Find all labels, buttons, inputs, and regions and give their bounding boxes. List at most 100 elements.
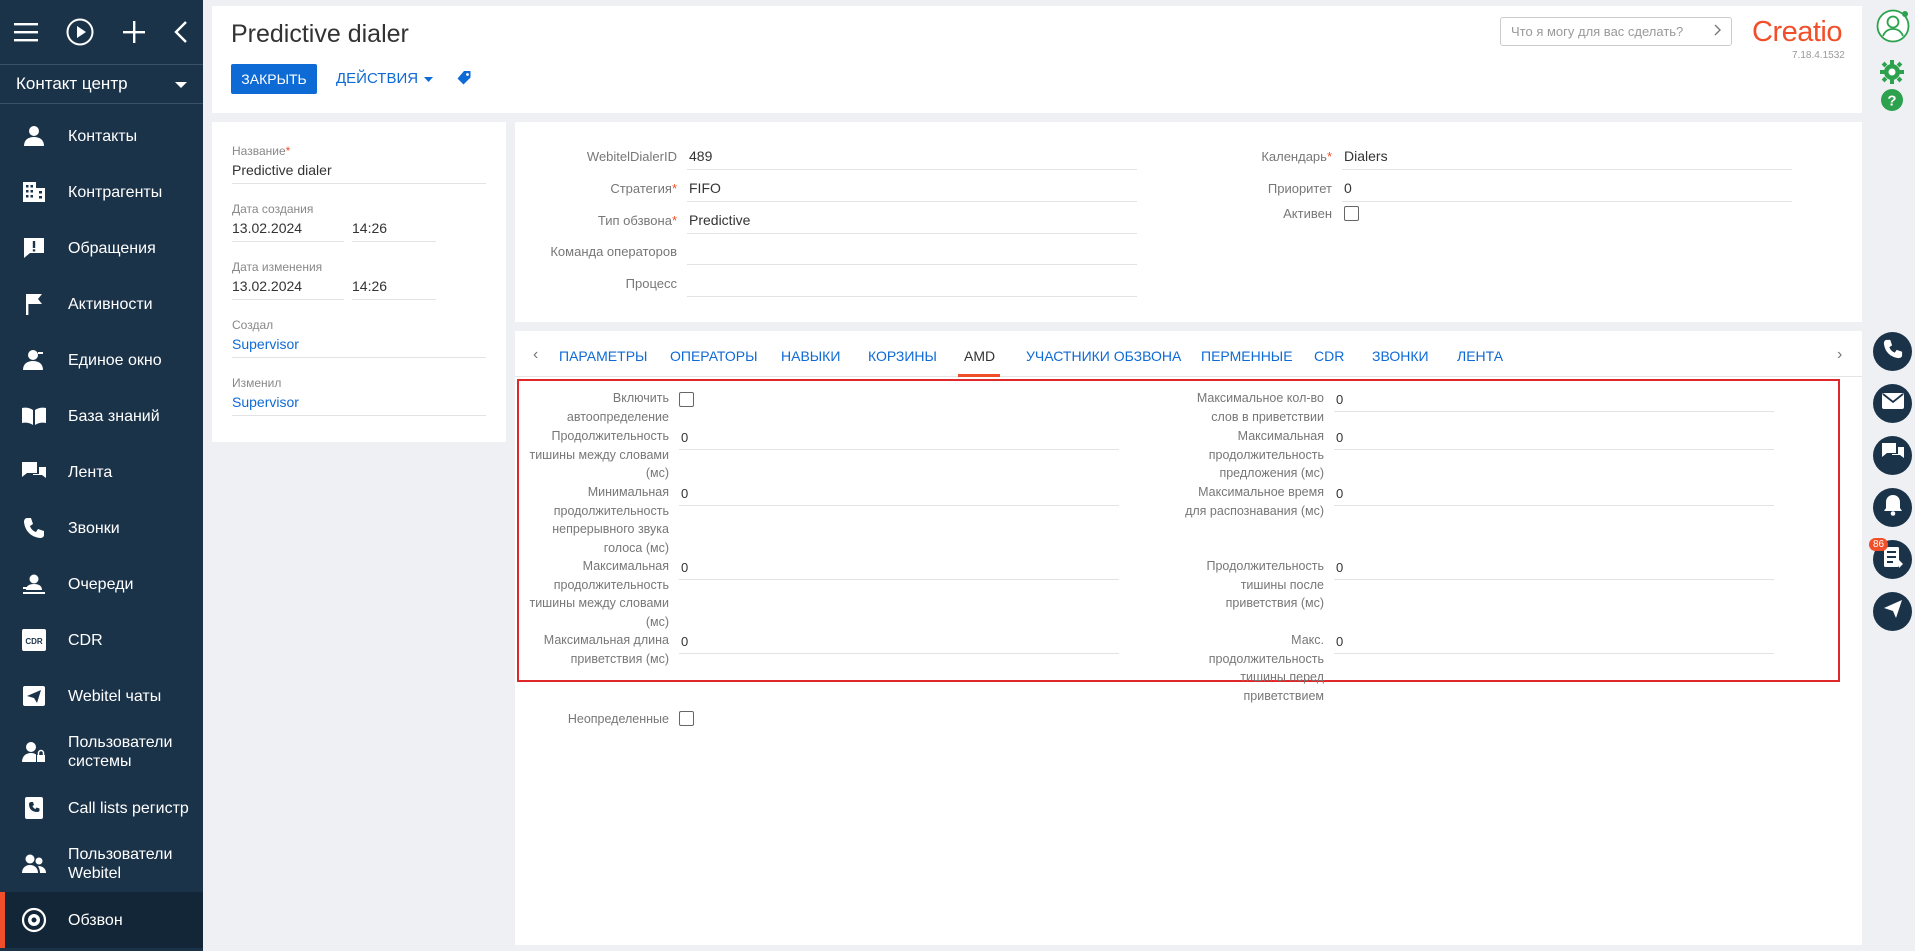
min-voice-field[interactable]: 0: [679, 483, 1119, 506]
tab-calls[interactable]: ЗВОНКИ: [1372, 348, 1429, 364]
chevron-right-icon[interactable]: [1714, 24, 1721, 39]
sidebar-item-webitel-chats[interactable]: Webitel чаты: [0, 668, 203, 724]
caret-down-icon: [175, 74, 187, 94]
help-icon[interactable]: ?: [1880, 88, 1904, 117]
caret-down-icon: [424, 70, 434, 87]
sidebar-item-label: Обзвон: [68, 911, 123, 929]
gear-icon[interactable]: [1880, 60, 1904, 89]
priority-field[interactable]: 0: [1342, 174, 1792, 202]
sidebar-item-label: Контрагенты: [68, 183, 163, 201]
active-tab-indicator: [958, 374, 1000, 377]
call-type-field[interactable]: Predictive: [687, 206, 1137, 234]
modified-by-link[interactable]: Supervisor: [232, 390, 486, 416]
tab-operators[interactable]: ОПЕРАТОРЫ: [670, 348, 757, 364]
sidebar-item-label: Единое окно: [68, 351, 162, 369]
sidebar-item-knowledge-base[interactable]: База знаний: [0, 388, 203, 444]
tab-participants[interactable]: УЧАСТНИКИ ОБЗВОНА: [1026, 348, 1181, 364]
sidebar-item-call-lists[interactable]: Call lists регистр: [0, 780, 203, 836]
min-voice-label: Минимальная продолжительность непрерывно…: [552, 485, 669, 555]
command-search-input[interactable]: Что я могу для вас сделать?: [1500, 17, 1732, 46]
sidebar-item-system-users[interactable]: Пользователи системы: [0, 724, 203, 780]
sidebar-item-cdr[interactable]: CDR CDR: [0, 612, 203, 668]
dialer-id-row: WebitelDialerID 489: [527, 142, 1137, 170]
sidebar-item-label: CDR: [68, 631, 103, 649]
process-field[interactable]: [687, 270, 1137, 297]
chat-bubbles-icon: [20, 458, 48, 486]
chevron-left-icon[interactable]: ‹: [533, 346, 538, 364]
notifications-button[interactable]: [1873, 488, 1912, 527]
modified-label: Дата изменения: [232, 260, 323, 274]
max-greeting-field[interactable]: 0: [679, 631, 1119, 654]
process-label: Процесс: [625, 276, 677, 291]
max-greeting-label: Максимальная длина приветствия (мс): [543, 633, 669, 666]
sidebar-item-label: Обращения: [68, 239, 156, 257]
sidebar-item-accounts[interactable]: Контрагенты: [0, 164, 203, 220]
created-by-link[interactable]: Supervisor: [232, 332, 486, 358]
workspace-selector[interactable]: Контакт центр: [0, 64, 203, 104]
chat-button[interactable]: [1873, 436, 1912, 475]
sidebar-item-queues[interactable]: Очереди: [0, 556, 203, 612]
max-sentence-field[interactable]: 0: [1334, 427, 1774, 450]
collapse-icon[interactable]: [174, 20, 188, 44]
tab-amd[interactable]: AMD: [964, 348, 995, 364]
phone-icon: [20, 514, 48, 542]
team-field[interactable]: [687, 238, 1137, 265]
created-label: Дата создания: [232, 202, 314, 216]
paper-plane-icon: [20, 682, 48, 710]
actions-menu-button[interactable]: ДЕЙСТВИЯ: [336, 70, 434, 87]
bell-icon: [1883, 494, 1903, 521]
sidebar-item-cases[interactable]: Обращения: [0, 220, 203, 276]
tab-feed[interactable]: ЛЕНТА: [1457, 348, 1503, 364]
calendar-field[interactable]: Dialers: [1342, 142, 1792, 170]
phone-button[interactable]: [1873, 332, 1912, 371]
max-silence-between-words-field[interactable]: 0: [679, 557, 1119, 580]
silence-between-words-field[interactable]: 0: [679, 427, 1119, 450]
sidebar-item-dialer[interactable]: Обзвон: [0, 892, 203, 948]
sidebar-item-label: Webitel чаты: [68, 687, 162, 705]
plus-icon[interactable]: [122, 20, 146, 44]
menu-icon[interactable]: [14, 22, 38, 42]
sidebar: Контакт центр Контакты Контрагенты Обращ…: [0, 0, 203, 951]
tabs-panel: ‹ ПАРАМЕТРЫ ОПЕРАТОРЫ НАВЫКИ КОРЗИНЫ AMD…: [515, 331, 1862, 945]
sidebar-item-calls[interactable]: Звонки: [0, 500, 203, 556]
name-field[interactable]: Predictive dialer: [232, 158, 486, 184]
sidebar-item-label: Пользователи Webitel: [68, 846, 173, 882]
dialer-id-field[interactable]: 489: [687, 142, 1137, 170]
sidebar-item-activities[interactable]: Активности: [0, 276, 203, 332]
chat-icon: [1881, 443, 1904, 468]
max-recognition-field[interactable]: 0: [1334, 483, 1774, 506]
tab-cdr[interactable]: CDR: [1314, 348, 1344, 364]
tab-variables[interactable]: ПЕРМЕННЫЕ: [1201, 348, 1293, 364]
sidebar-item-contacts[interactable]: Контакты: [0, 108, 203, 164]
profile-avatar-icon[interactable]: [1876, 9, 1910, 48]
max-silence-before-field[interactable]: 0: [1334, 631, 1774, 654]
record-info-panel: Название* Predictive dialer Дата создани…: [212, 122, 506, 442]
sidebar-item-label: Активности: [68, 295, 153, 313]
call-type-row: Тип обзвона* Predictive: [527, 206, 1137, 234]
strategy-field[interactable]: FIFO: [687, 174, 1137, 202]
close-button[interactable]: ЗАКРЫТЬ: [231, 64, 317, 94]
tab-buckets[interactable]: КОРЗИНЫ: [868, 348, 937, 364]
play-circle-icon[interactable]: [66, 18, 94, 46]
search-placeholder: Что я могу для вас сделать?: [1511, 24, 1684, 39]
workspace-label: Контакт центр: [16, 74, 128, 93]
strategy-row: Стратегия* FIFO: [527, 174, 1137, 202]
tab-parameters[interactable]: ПАРАМЕТРЫ: [559, 348, 647, 364]
chevron-right-icon[interactable]: ›: [1837, 346, 1842, 364]
tab-skills[interactable]: НАВЫКИ: [781, 348, 840, 364]
sidebar-item-webitel-users[interactable]: Пользователи Webitel: [0, 836, 203, 892]
max-words-field[interactable]: 0: [1334, 389, 1774, 412]
tag-icon[interactable]: [456, 70, 472, 91]
calendar-label: Календарь*: [1261, 149, 1332, 164]
active-checkbox[interactable]: [1344, 206, 1359, 221]
sidebar-item-single-window[interactable]: Единое окно: [0, 332, 203, 388]
silence-after-field[interactable]: 0: [1334, 557, 1774, 580]
email-button[interactable]: [1873, 384, 1912, 423]
cdr-icon: CDR: [20, 626, 48, 654]
modified-time-field: 14:26: [352, 274, 436, 300]
sidebar-item-feed[interactable]: Лента: [0, 444, 203, 500]
envelope-icon: [1881, 393, 1904, 414]
amd-enable-checkbox[interactable]: [679, 392, 694, 407]
send-button[interactable]: [1873, 592, 1912, 631]
undefined-checkbox[interactable]: [679, 711, 694, 726]
